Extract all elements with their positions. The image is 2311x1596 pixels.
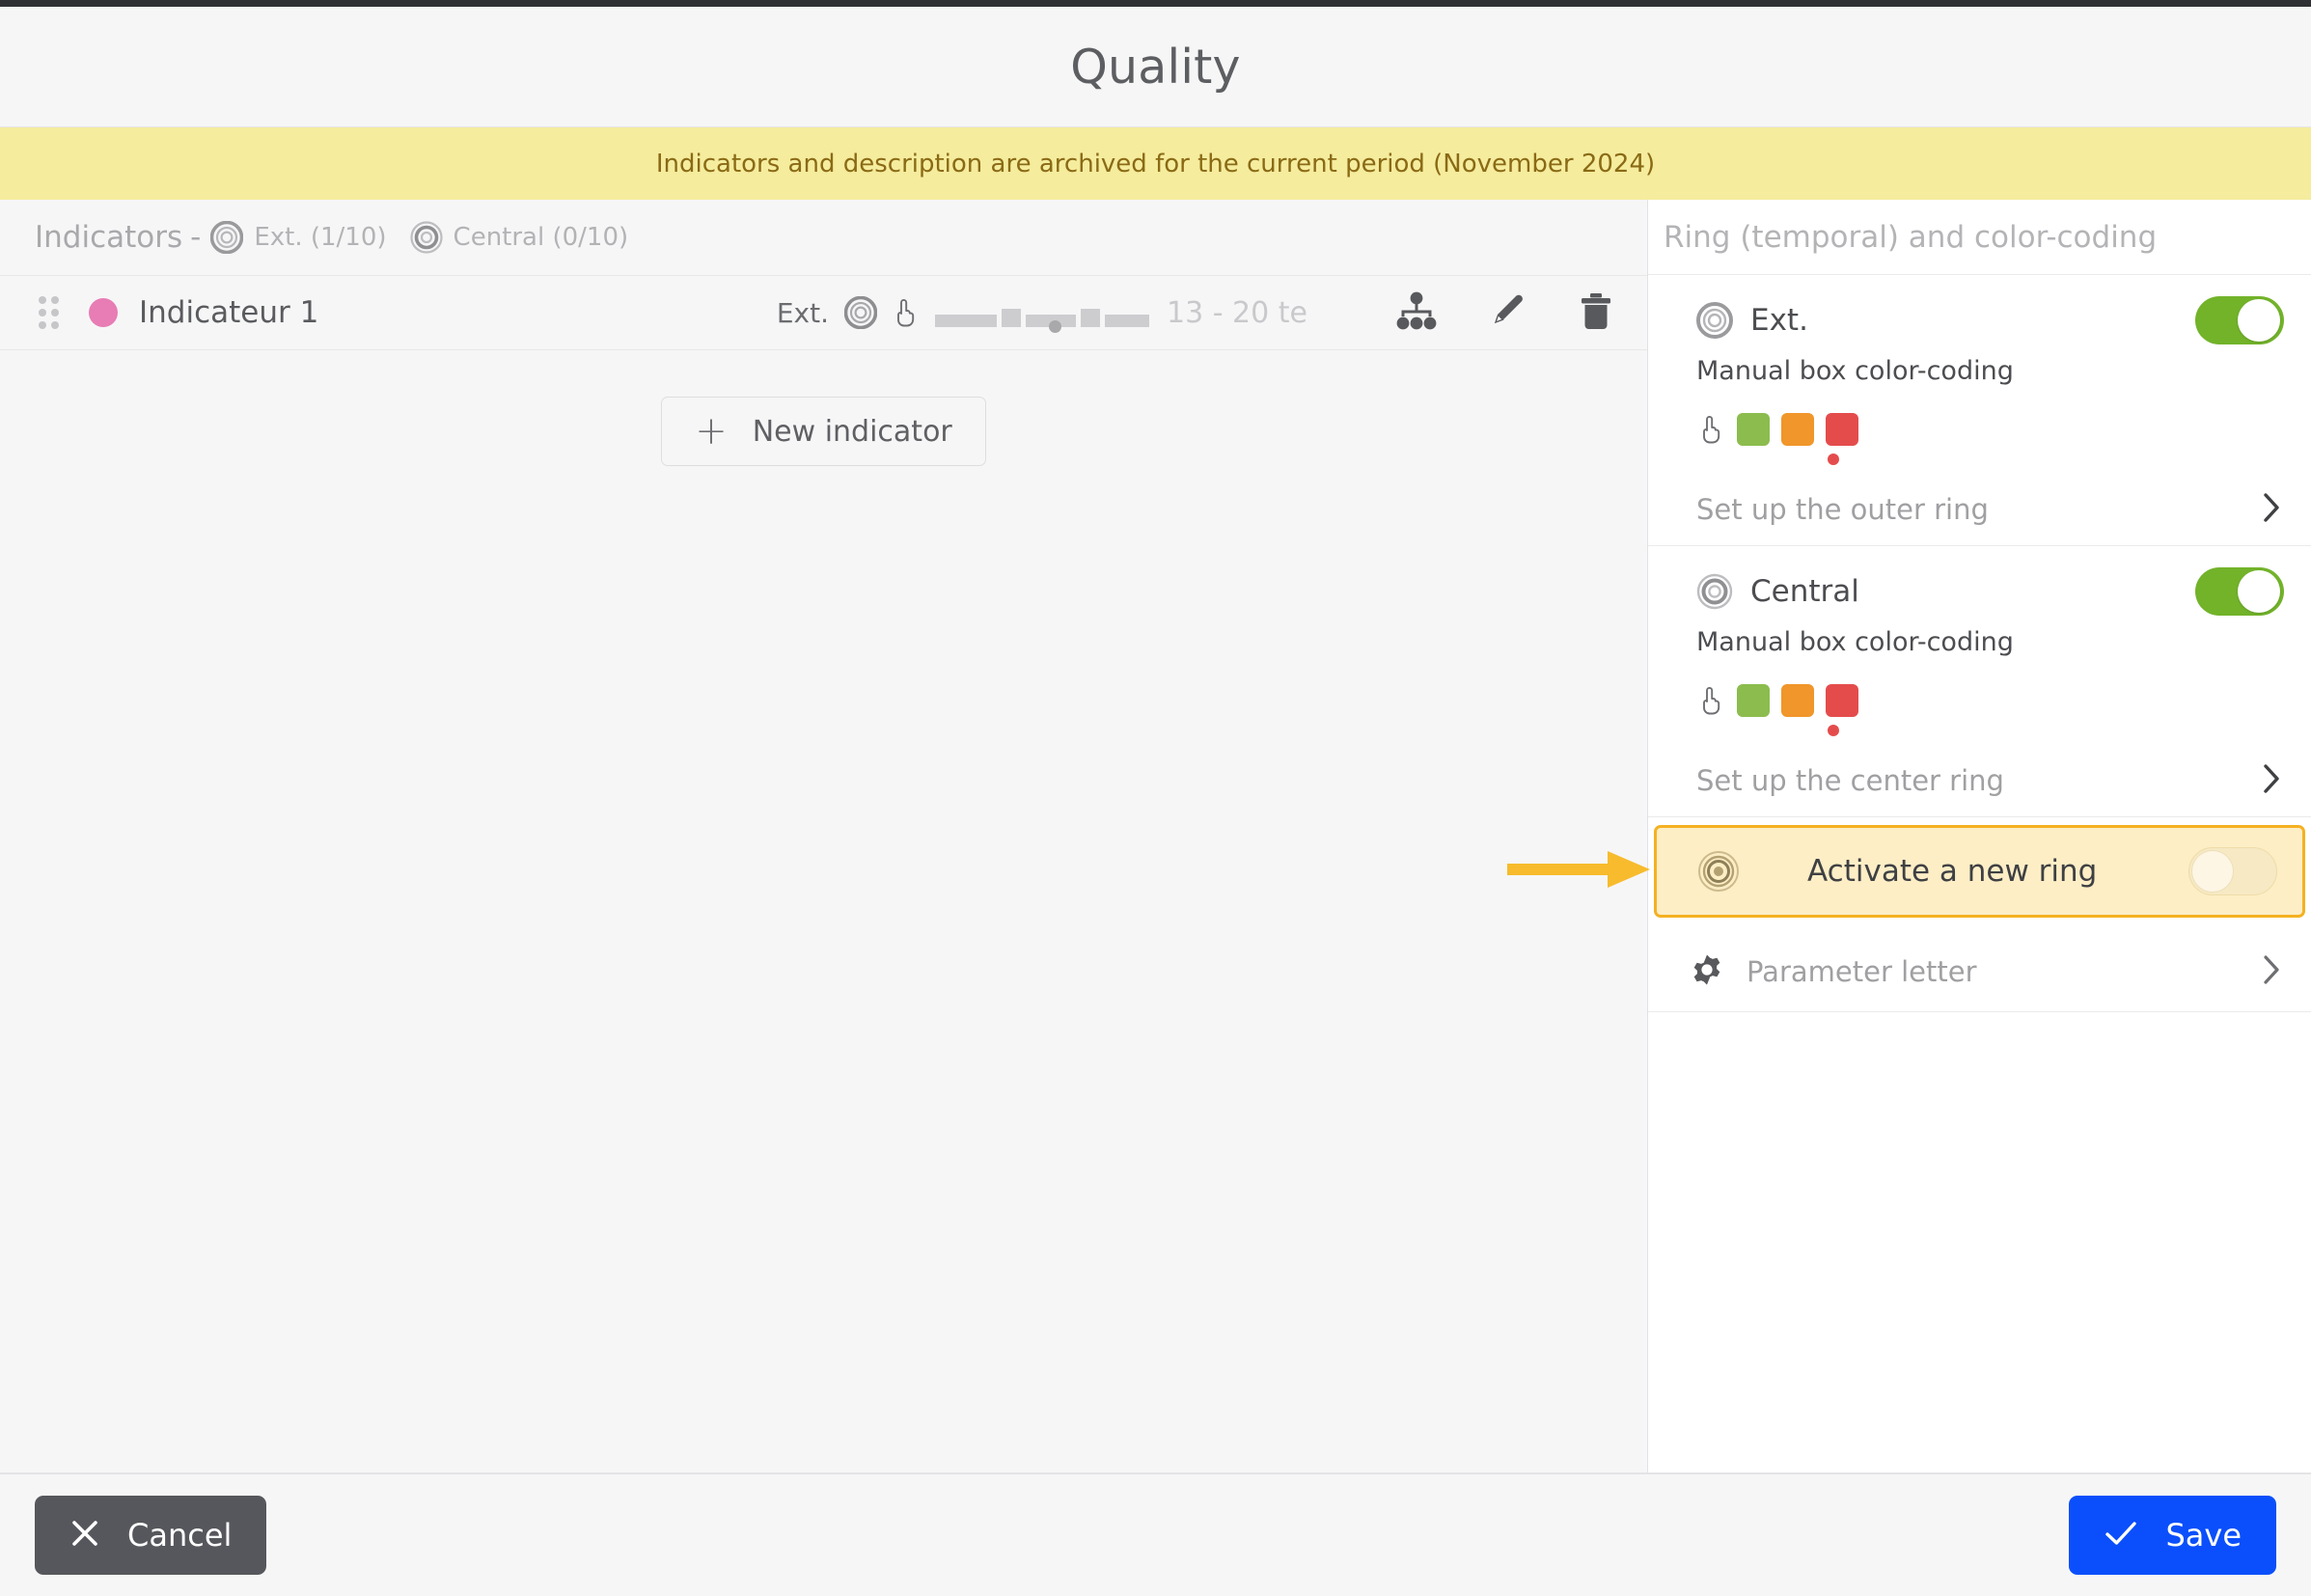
setup-outer-ring-link[interactable]: Set up the outer ring [1648, 473, 2311, 546]
indicator-count-chip-ext[interactable]: Ext. (1/10) [210, 221, 387, 254]
indicators-toolbar: Indicators - Ext. (1/10) Central (0/10) [0, 200, 1647, 275]
orange-swatch-ext[interactable] [1781, 413, 1814, 446]
ring-subtitle-ext: Manual box color-coding [1696, 356, 2014, 386]
indicators-empty-space [0, 466, 1647, 1472]
color-swatches-central [1648, 657, 2311, 736]
pointing-hand-icon [1696, 411, 1725, 448]
top-strip [0, 0, 2311, 7]
check-icon [2104, 1518, 2138, 1553]
red-swatch-central[interactable] [1826, 684, 1858, 717]
indicator-actions [1396, 290, 1614, 335]
activate-new-ring-row[interactable]: Activate a new ring [1507, 825, 2305, 918]
save-button-label: Save [2165, 1517, 2242, 1554]
indicator-count-text-central: Central (0/10) [453, 223, 629, 252]
indicator-meta: Ext. 13 - 20 te [776, 294, 1307, 333]
page-footer: Cancel Save [0, 1472, 2311, 1596]
ring-outer-icon [210, 221, 244, 254]
activate-new-ring-toggle[interactable] [2188, 847, 2277, 895]
archive-banner: Indicators and description are archived … [0, 127, 2311, 200]
ring-outer-icon [843, 296, 877, 329]
green-swatch-ext[interactable] [1737, 413, 1770, 446]
setup-center-ring-label: Set up the center ring [1696, 763, 2004, 797]
new-indicator-button[interactable]: + New indicator [661, 397, 986, 466]
ring-new-icon [1697, 850, 1740, 893]
ring-center-icon [409, 221, 443, 254]
parameter-letter-label: Parameter letter [1747, 954, 1977, 988]
hierarchy-icon[interactable] [1396, 291, 1437, 334]
cancel-button-label: Cancel [127, 1517, 233, 1554]
chevron-right-icon [2261, 953, 2282, 990]
ring-settings-header: Ring (temporal) and color-coding [1648, 200, 2311, 275]
activate-new-ring-label: Activate a new ring [1807, 854, 2098, 889]
close-icon [69, 1518, 100, 1553]
gear-icon [1689, 951, 1725, 992]
color-swatches-ext [1648, 386, 2311, 465]
ring-settings-title: Ring (temporal) and color-coding [1664, 219, 2158, 255]
ring-toggle-ext[interactable] [2195, 296, 2284, 344]
trash-icon[interactable] [1578, 290, 1614, 335]
indicator-ring-label: Ext. [776, 296, 829, 329]
orange-swatch-central[interactable] [1781, 684, 1814, 717]
new-indicator-area: + New indicator [0, 350, 1647, 466]
pointing-hand-icon [1696, 682, 1725, 719]
ring-center-icon [1696, 573, 1733, 610]
ring-outer-icon [1696, 302, 1733, 339]
pencil-icon[interactable] [1487, 290, 1527, 335]
ring-block-ext-head: Ext. [1648, 296, 2311, 344]
selected-swatch-indicator-central [1828, 725, 1839, 736]
green-swatch-central[interactable] [1737, 684, 1770, 717]
page-header: Quality [0, 7, 2311, 127]
red-swatch-ext[interactable] [1826, 413, 1858, 446]
indicator-range: 13 - 20 te [1166, 295, 1307, 330]
archive-banner-text: Indicators and description are archived … [655, 149, 1656, 179]
parameter-letter-row[interactable]: Parameter letter [1648, 931, 2311, 1012]
ring-subtitle-central: Manual box color-coding [1696, 627, 2014, 657]
selected-swatch-indicator-ext [1828, 454, 1839, 465]
indicators-label: Indicators [35, 220, 183, 255]
setup-center-ring-link[interactable]: Set up the center ring [1648, 744, 2311, 817]
arrow-right-annotation [1507, 842, 1652, 900]
ring-name-ext: Ext. [1750, 303, 1808, 338]
indicator-count-chip-central[interactable]: Central (0/10) [409, 221, 629, 254]
pointing-hand-icon [891, 294, 920, 331]
page-title: Quality [1070, 39, 1241, 95]
indicators-separator: - [190, 220, 202, 255]
cancel-button[interactable]: Cancel [35, 1496, 267, 1575]
indicator-color-dot [89, 298, 118, 327]
indicator-name: Indicateur 1 [139, 295, 319, 330]
page-body: Indicators - Ext. (1/10) Central (0/10) … [0, 200, 2311, 1472]
ring-block-central: Central Manual box color-coding Set up t… [1648, 546, 2311, 817]
ring-toggle-central[interactable] [2195, 567, 2284, 616]
ring-name-central: Central [1750, 574, 1859, 609]
quality-settings-page: Quality Indicators and description are a… [0, 0, 2311, 1596]
ring-settings-empty-space [1648, 1012, 2311, 1472]
ring-block-ext: Ext. Manual box color-coding Set up the … [1648, 275, 2311, 546]
ring-settings-pane: Ring (temporal) and color-coding Ext. Ma… [1507, 200, 2311, 1472]
chevron-right-icon [2261, 762, 2282, 799]
plus-icon: + [695, 409, 728, 454]
indicator-row[interactable]: Indicateur 1 Ext. 13 - 20 te [0, 275, 1647, 350]
progress-segments [934, 298, 1149, 333]
indicator-count-text-ext: Ext. (1/10) [254, 223, 387, 252]
setup-outer-ring-label: Set up the outer ring [1696, 492, 1989, 526]
drag-handle-icon[interactable] [39, 295, 64, 329]
new-indicator-label: New indicator [752, 414, 952, 449]
ring-block-central-head: Central [1648, 567, 2311, 616]
chevron-right-icon [2261, 491, 2282, 528]
save-button[interactable]: Save [2069, 1496, 2276, 1575]
indicators-pane: Indicators - Ext. (1/10) Central (0/10) … [0, 200, 1648, 1472]
